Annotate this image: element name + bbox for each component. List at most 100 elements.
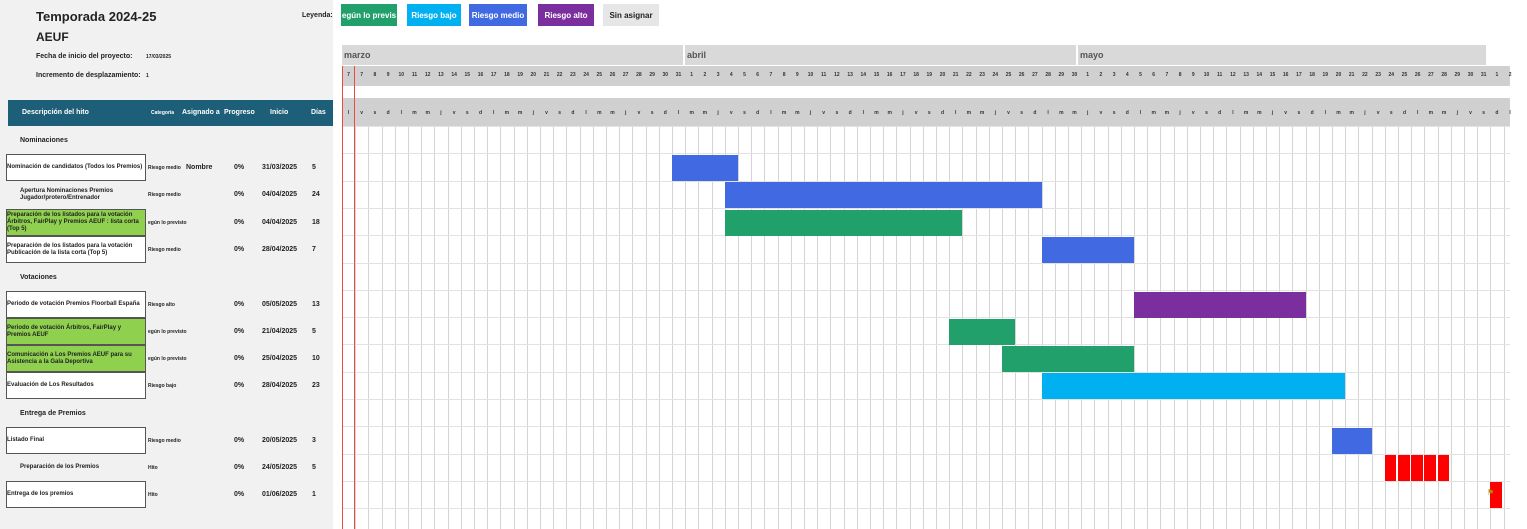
task-progress[interactable]: 0% <box>234 328 244 335</box>
gantt-milestone-segment[interactable] <box>1384 455 1397 481</box>
task-description[interactable]: Evaluación de Los Resultados <box>6 372 146 399</box>
task-progress[interactable]: 0% <box>234 382 244 389</box>
gantt-bar[interactable] <box>1041 237 1134 263</box>
gantt-bar[interactable] <box>1041 373 1346 399</box>
gantt-bar[interactable] <box>672 155 738 181</box>
task-category[interactable]: egún lo previsto <box>148 220 187 226</box>
task-category[interactable]: Hito <box>148 465 158 471</box>
weekday-letter: l <box>1047 110 1049 116</box>
task-category[interactable]: Riesgo bajo <box>148 383 176 389</box>
task-description[interactable]: Apertura Nominaciones Premios Jugador/pr… <box>6 181 146 208</box>
gantt-milestone-segment[interactable] <box>1411 455 1423 481</box>
gantt-bar[interactable] <box>1002 346 1134 372</box>
gantt-milestone-segment[interactable] <box>1437 455 1450 481</box>
task-description[interactable]: Listado Final <box>6 427 146 454</box>
task-start-date[interactable]: 31/03/2025 <box>262 164 297 171</box>
task-description[interactable]: Preparación de los listados para la vota… <box>6 236 146 263</box>
task-days[interactable]: 5 <box>312 464 316 471</box>
task-description[interactable]: Nominación de candidatos (Todos los Prem… <box>6 154 146 181</box>
task-days[interactable]: 24 <box>312 191 320 198</box>
gantt-bar[interactable] <box>1332 428 1372 454</box>
gantt-bar[interactable] <box>724 210 963 236</box>
task-start-date[interactable]: 04/04/2025 <box>262 191 297 198</box>
task-description[interactable]: Entrega de los premios <box>6 481 146 508</box>
task-assigned[interactable]: Nombre <box>186 164 212 171</box>
weekday-letter: m <box>1257 110 1262 116</box>
day-number: 19 <box>926 72 933 78</box>
grid-row-line <box>342 508 1510 510</box>
task-days[interactable]: 1 <box>312 491 316 498</box>
task-category[interactable]: egún lo previsto <box>148 356 187 362</box>
legend-item-5: Sin asignar <box>603 4 659 26</box>
day-number: 27 <box>1032 72 1038 78</box>
month-header-cell: abril <box>685 45 1076 65</box>
task-days[interactable]: 5 <box>312 328 316 335</box>
day-number: 15 <box>1269 72 1276 78</box>
header-category: Categoría <box>151 110 175 116</box>
task-progress[interactable]: 0% <box>234 491 244 498</box>
task-days[interactable]: 3 <box>312 437 316 444</box>
task-days[interactable]: 13 <box>312 301 320 308</box>
task-start-date[interactable]: 20/05/2025 <box>262 437 297 444</box>
task-progress[interactable]: 0% <box>234 464 244 471</box>
task-category[interactable]: Riesgo medio <box>148 247 181 253</box>
increment-value[interactable]: 1 <box>146 73 149 79</box>
task-description[interactable]: Periodo de votación Premios Floorball Es… <box>6 291 146 318</box>
task-category[interactable]: Riesgo medio <box>148 192 181 198</box>
task-days[interactable]: 10 <box>312 355 320 362</box>
task-category[interactable]: Riesgo medio <box>148 165 181 171</box>
task-start-date[interactable]: 28/04/2025 <box>262 246 297 253</box>
task-days[interactable]: 23 <box>312 382 320 389</box>
task-category[interactable]: egún lo previsto <box>148 329 187 335</box>
day-number: 12 <box>424 72 431 78</box>
task-start-date[interactable]: 04/04/2025 <box>262 219 297 226</box>
gantt-milestone-segment[interactable] <box>1424 455 1437 481</box>
task-progress[interactable]: 0% <box>234 219 244 226</box>
task-start-date[interactable]: 05/05/2025 <box>262 301 297 308</box>
start-date-value[interactable]: 17/03/2025 <box>146 54 171 60</box>
task-start-date[interactable]: 24/05/2025 <box>262 464 297 471</box>
task-progress[interactable]: 0% <box>234 355 244 362</box>
task-category[interactable]: Riesgo alto <box>148 302 175 308</box>
weekday-letter: m <box>425 110 430 116</box>
task-category[interactable]: Riesgo medio <box>148 438 181 444</box>
grid-column-line <box>1068 126 1069 529</box>
task-category[interactable]: Hito <box>148 492 158 498</box>
weekday-letter: v <box>360 110 364 116</box>
grid-column-line <box>712 126 713 529</box>
task-progress[interactable]: 0% <box>234 246 244 253</box>
weekday-letter: m <box>504 110 510 116</box>
gantt-milestone-segment[interactable] <box>1398 455 1410 481</box>
weekday-letter: d <box>1033 110 1037 116</box>
task-start-date[interactable]: 25/04/2025 <box>262 355 297 362</box>
gantt-bar[interactable] <box>1134 292 1306 318</box>
task-description[interactable]: Comunicación a Los Premios AEUF para su … <box>6 345 146 372</box>
day-number: 11 <box>411 72 418 78</box>
month-label: marzo <box>344 50 371 60</box>
today-line-left <box>342 66 343 529</box>
grid-column-line <box>1042 126 1043 529</box>
day-number: 15 <box>464 72 471 78</box>
task-progress[interactable]: 0% <box>234 301 244 308</box>
day-number: 17 <box>1296 72 1302 78</box>
day-number: 3 <box>716 72 720 78</box>
task-progress[interactable]: 0% <box>234 164 244 171</box>
grid-column-line <box>593 126 594 529</box>
day-number: 11 <box>821 72 827 78</box>
task-start-date[interactable]: 01/06/2025 <box>262 491 297 498</box>
task-days[interactable]: 18 <box>312 219 320 226</box>
gantt-bar[interactable] <box>949 319 1016 345</box>
task-start-date[interactable]: 21/04/2025 <box>262 328 297 335</box>
task-start-date[interactable]: 28/04/2025 <box>262 382 297 389</box>
day-number: 6 <box>1152 72 1156 78</box>
task-description[interactable]: Periodo de votación Árbitros, FairPlay y… <box>6 318 146 345</box>
grid-column-line <box>632 126 633 529</box>
task-description[interactable]: Preparación de los listados para la vota… <box>6 209 146 236</box>
gantt-bar[interactable] <box>724 182 1042 208</box>
task-progress[interactable]: 0% <box>234 191 244 198</box>
task-progress[interactable]: 0% <box>234 437 244 444</box>
task-days[interactable]: 7 <box>312 246 316 253</box>
task-days[interactable]: 5 <box>312 164 316 171</box>
day-number: 7 <box>360 72 364 78</box>
task-description[interactable]: Preparación de los Premios <box>6 454 146 481</box>
